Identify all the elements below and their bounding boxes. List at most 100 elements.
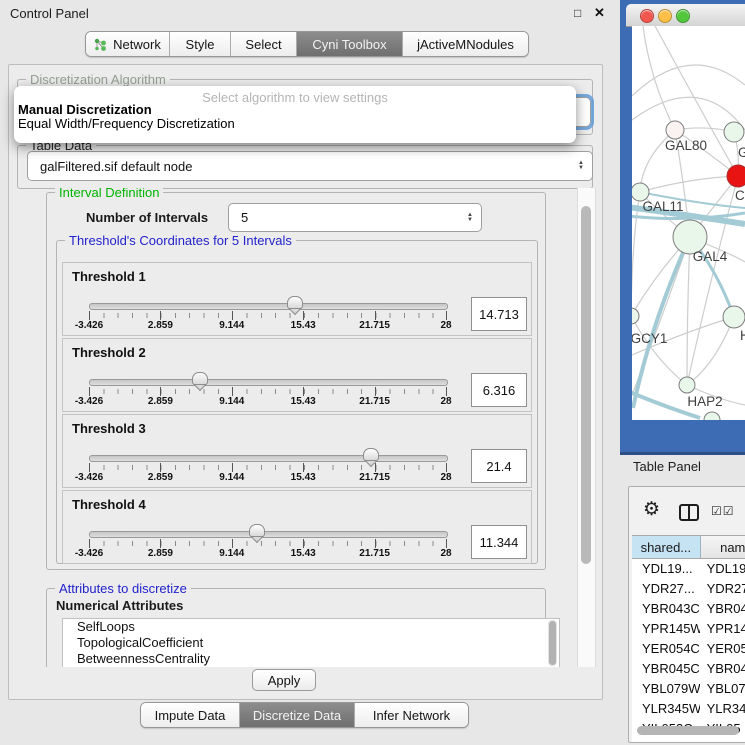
major-tick — [375, 311, 376, 320]
network-node-c[interactable] — [727, 165, 745, 187]
slider-thumb[interactable] — [192, 372, 208, 391]
cell-shared-name[interactable]: YDL19... — [632, 559, 700, 579]
network-node-gal80[interactable] — [666, 121, 684, 139]
apply-button[interactable]: Apply — [252, 669, 316, 691]
threshold-value-field[interactable]: 11.344 — [471, 525, 527, 559]
close-traffic-light[interactable] — [640, 9, 654, 23]
column-layout-icon[interactable] — [679, 504, 699, 521]
slider-thumb[interactable] — [249, 524, 265, 543]
node-label: C — [735, 188, 745, 203]
cell-name[interactable]: YPR14 — [700, 619, 745, 639]
popup-item-manual-discretization[interactable]: Manual Discretization — [17, 103, 573, 117]
table-data-combobox[interactable]: galFiltered.sif default node ▲▼ — [27, 151, 593, 181]
table-row[interactable]: YDL19...YDL19 — [632, 559, 745, 579]
cell-shared-name[interactable]: YBL079W — [632, 679, 700, 699]
gear-icon[interactable]: ⚙ — [643, 500, 660, 519]
network-node[interactable] — [704, 412, 720, 420]
slider-thumb[interactable] — [363, 448, 379, 467]
tab-label: Infer Network — [373, 708, 450, 723]
cell-shared-name[interactable]: YER054C — [632, 639, 700, 659]
network-view-window[interactable]: GAL80GACGAL11GAL4GCY1HHAP2 — [620, 0, 745, 455]
list-scrollbar[interactable] — [548, 620, 557, 666]
table-data-value: galFiltered.sif default node — [28, 159, 570, 174]
tick-label: 28 — [440, 472, 451, 483]
intervals-combobox[interactable]: 5 ▲▼ — [228, 203, 482, 232]
popup-item-equal-width-frequency-discretization[interactable]: Equal Width/Frequency Discretization — [17, 117, 573, 131]
table-horizontal-scrollbar[interactable] — [637, 726, 739, 735]
column-header-shared-name[interactable]: shared... — [632, 536, 701, 558]
attribute-item[interactable]: TopologicalCoefficient — [63, 635, 559, 651]
numerical-attributes-list[interactable]: SelfLoopsTopologicalCoefficientBetweenne… — [62, 618, 560, 667]
threshold-value-field[interactable]: 6.316 — [471, 373, 527, 407]
network-edge[interactable] — [632, 65, 745, 96]
tab-cyni-toolbox[interactable]: Cyni Toolbox — [297, 32, 403, 56]
column-header-name[interactable]: name — [701, 536, 745, 558]
slider-ticks — [89, 389, 447, 394]
table-row[interactable]: YPR145WYPR14 — [632, 619, 745, 639]
attribute-item[interactable]: BetweennessCentrality — [63, 651, 559, 667]
network-canvas[interactable]: GAL80GACGAL11GAL4GCY1HHAP2 — [632, 26, 745, 420]
tick-label: 9.144 — [219, 472, 244, 483]
tick-label: 21.715 — [359, 396, 390, 407]
cell-name[interactable]: YDR27 — [700, 579, 745, 599]
table-row[interactable]: YDR27...YDR27 — [632, 579, 745, 599]
close-icon[interactable]: ✕ — [594, 5, 605, 21]
network-node-hap2[interactable] — [679, 377, 695, 393]
tab-impute-data[interactable]: Impute Data — [141, 703, 240, 727]
network-node-ga[interactable] — [724, 122, 744, 142]
network-graph[interactable]: GAL80GACGAL11GAL4GCY1HHAP2 — [632, 26, 745, 420]
cell-shared-name[interactable]: YLR345W — [632, 699, 700, 719]
interval-definition-title: Interval Definition — [55, 188, 163, 200]
threshold-value-field[interactable]: 21.4 — [471, 449, 527, 483]
cell-name[interactable]: YBL07 — [700, 679, 745, 699]
node-table[interactable]: shared... name YDL19...YDL19YDR27...YDR2… — [632, 535, 745, 742]
table-row[interactable]: YBL079WYBL07 — [632, 679, 745, 699]
attribute-item[interactable]: SelfLoops — [63, 619, 559, 635]
slider-thumb[interactable] — [287, 296, 303, 315]
major-tick — [232, 311, 233, 320]
table-row[interactable]: YBR043CYBR04 — [632, 599, 745, 619]
cell-shared-name[interactable]: YBR043C — [632, 599, 700, 619]
cell-shared-name[interactable]: YBR045C — [632, 659, 700, 679]
node-label: GA — [738, 145, 745, 160]
cell-name[interactable]: YER05 — [700, 639, 745, 659]
threshold-value-field[interactable]: 14.713 — [471, 297, 527, 331]
threshold-slider[interactable] — [89, 531, 448, 538]
table-row[interactable]: YLR345WYLR34 — [632, 699, 745, 719]
tab-style[interactable]: Style — [170, 32, 231, 56]
network-node-h[interactable] — [723, 306, 745, 328]
tab-network[interactable]: Network — [86, 32, 170, 56]
cell-name[interactable]: YBR04 — [700, 659, 745, 679]
network-edge[interactable] — [687, 237, 690, 385]
cell-name[interactable]: YLR34 — [700, 699, 745, 719]
cell-name[interactable]: YBR04 — [700, 599, 745, 619]
threshold-slider[interactable] — [89, 379, 448, 386]
network-edge[interactable] — [643, 26, 675, 130]
minimize-traffic-light[interactable] — [658, 9, 672, 23]
cell-shared-name[interactable]: YDR27... — [632, 579, 700, 599]
network-edge[interactable] — [640, 176, 738, 192]
tick-label: 2.859 — [148, 548, 173, 559]
settings-scrollbar[interactable] — [577, 188, 596, 667]
checkbox-icons[interactable]: ☑☑ — [711, 504, 735, 518]
network-node-gcy1[interactable] — [632, 308, 639, 324]
cell-name[interactable]: YDL19 — [700, 559, 745, 579]
scrollbar-thumb[interactable] — [581, 206, 591, 564]
table-row[interactable]: YBR045CYBR04 — [632, 659, 745, 679]
threshold-slider[interactable] — [89, 303, 448, 310]
tab-label: jActiveMNodules — [417, 37, 514, 52]
table-row[interactable]: YER054CYER05 — [632, 639, 745, 659]
network-window-titlebar[interactable] — [626, 4, 745, 27]
threshold-slider[interactable] — [89, 455, 448, 462]
numerical-attributes-label: Numerical Attributes — [56, 598, 183, 613]
tab-label: Discretize Data — [253, 708, 341, 723]
cell-shared-name[interactable]: YPR145W — [632, 619, 700, 639]
zoom-traffic-light[interactable] — [676, 9, 690, 23]
tick-label: 9.144 — [219, 548, 244, 559]
major-tick — [303, 387, 304, 396]
tab-select[interactable]: Select — [231, 32, 297, 56]
tab-infer-network[interactable]: Infer Network — [355, 703, 468, 727]
tab-discretize-data[interactable]: Discretize Data — [240, 703, 355, 727]
float-icon[interactable]: □ — [574, 6, 581, 20]
tab-jactivemnodules[interactable]: jActiveMNodules — [403, 32, 528, 56]
